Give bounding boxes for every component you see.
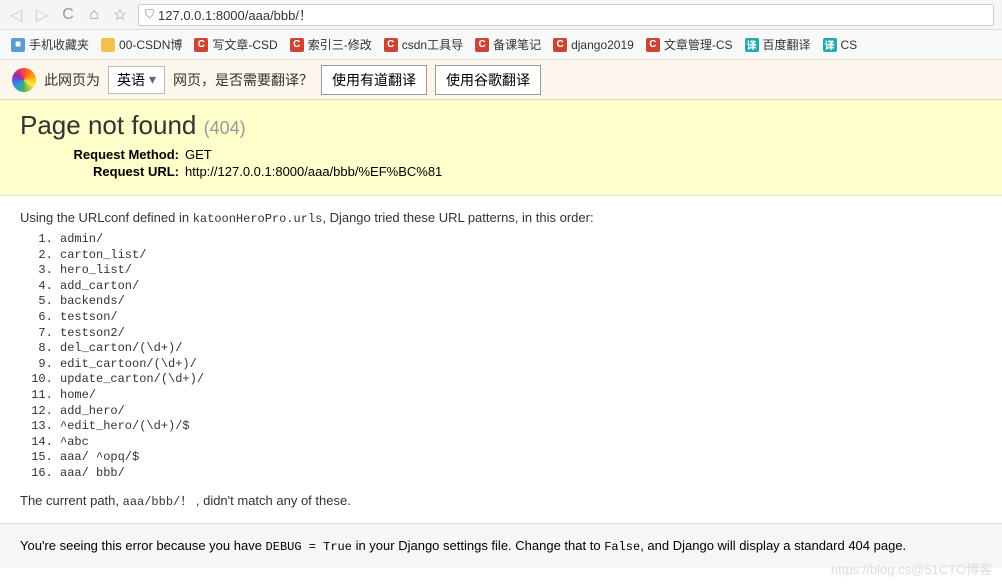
reload-button[interactable]: C bbox=[60, 6, 76, 24]
shield-icon: ⛉ bbox=[145, 7, 154, 22]
error-summary: Page not found (404) Request Method: GET… bbox=[0, 100, 1002, 196]
debug-suffix: , and Django will display a standard 404… bbox=[640, 538, 906, 553]
url-pattern-item: backends/ bbox=[60, 294, 982, 310]
bookmark-icon: C bbox=[384, 38, 398, 52]
bookmark-item[interactable]: C 文章管理-CS bbox=[641, 33, 738, 56]
error-meta: Request Method: GET Request URL: http://… bbox=[20, 147, 982, 179]
url-pattern-item: carton_list/ bbox=[60, 248, 982, 264]
url-pattern-item: add_hero/ bbox=[60, 404, 982, 420]
bookmark-item[interactable]: ■ 手机收藏夹 bbox=[6, 33, 94, 56]
bookmark-label: django2019 bbox=[571, 38, 634, 52]
url-pattern-item: home/ bbox=[60, 388, 982, 404]
bookmark-item[interactable]: 00-CSDN博 bbox=[96, 33, 187, 56]
bookmark-label: 百度翻译 bbox=[763, 36, 811, 53]
browser-logo-icon bbox=[12, 68, 36, 92]
intro-suffix: , Django tried these URL patterns, in th… bbox=[322, 210, 593, 225]
nomatch-suffix: , didn't match any of these. bbox=[192, 493, 351, 508]
error-page: Page not found (404) Request Method: GET… bbox=[0, 100, 1002, 568]
method-label: Request Method: bbox=[20, 147, 185, 162]
debug-mid: in your Django settings file. Change tha… bbox=[352, 538, 604, 553]
nomatch-prefix: The current path, bbox=[20, 493, 123, 508]
bookmark-item[interactable]: C 索引三-修改 bbox=[285, 33, 377, 56]
error-code: (404) bbox=[204, 118, 246, 138]
url-pattern-item: aaa/ ^opq/$ bbox=[60, 450, 982, 466]
bookmark-item[interactable]: Cdjango2019 bbox=[548, 35, 639, 55]
url-bar[interactable]: ⛉ 127.0.0.1:8000/aaa/bbb/！ bbox=[138, 4, 994, 26]
url-pattern-item: hero_list/ bbox=[60, 263, 982, 279]
bookmark-item[interactable]: Ccsdn工具导 bbox=[379, 33, 468, 56]
youdao-translate-button[interactable]: 使用有道翻译 bbox=[321, 65, 427, 95]
debug-code1: DEBUG = True bbox=[266, 540, 352, 554]
bookmark-label: 备课笔记 bbox=[493, 36, 541, 53]
bookmarks-bar: ■手机收藏夹00-CSDN博C写文章-CSDC索引三-修改Ccsdn工具导C备课… bbox=[0, 30, 1002, 60]
url-patterns-list: admin/carton_list/hero_list/add_carton/b… bbox=[60, 232, 982, 482]
bookmark-item[interactable]: C 备课笔记 bbox=[470, 33, 546, 56]
bookmark-item[interactable]: 译百度翻译 bbox=[740, 33, 816, 56]
url-pattern-item: testson2/ bbox=[60, 326, 982, 342]
url-pattern-item: add_carton/ bbox=[60, 279, 982, 295]
translate-bar: 此网页为 英语 网页，是否需要翻译？ 使用有道翻译 使用谷歌翻译 bbox=[0, 60, 1002, 100]
bookmark-label: 写文章-CSD bbox=[212, 36, 277, 53]
bookmark-icon: 译 bbox=[823, 38, 837, 52]
translate-suffix: 网页，是否需要翻译？ bbox=[173, 70, 313, 90]
intro-prefix: Using the URLconf defined in bbox=[20, 210, 193, 225]
bookmark-icon bbox=[101, 38, 115, 52]
url-pattern-item: aaa/ bbb/ bbox=[60, 466, 982, 482]
google-translate-button[interactable]: 使用谷歌翻译 bbox=[435, 65, 541, 95]
bookmark-icon: 译 bbox=[745, 38, 759, 52]
bookmark-item[interactable]: C 写文章-CSD bbox=[189, 33, 282, 56]
browser-toolbar: ◁ ▷ C ⌂ ☆ ⛉ 127.0.0.1:8000/aaa/bbb/！ bbox=[0, 0, 1002, 30]
bookmark-icon: C bbox=[290, 38, 304, 52]
bookmark-icon: C bbox=[646, 38, 660, 52]
bookmark-icon: C bbox=[194, 38, 208, 52]
error-body: Using the URLconf defined in katoonHeroP… bbox=[0, 196, 1002, 523]
bookmark-label: 索引三-修改 bbox=[308, 36, 372, 53]
bookmark-item[interactable]: 译 CS bbox=[818, 35, 863, 55]
method-value: GET bbox=[185, 147, 212, 162]
urlconf-name: katoonHeroPro.urls bbox=[193, 212, 323, 226]
page-title: Page not found (404) bbox=[20, 110, 982, 141]
error-title-text: Page not found bbox=[20, 110, 196, 140]
meta-row-url: Request URL: http://127.0.0.1:8000/aaa/b… bbox=[20, 164, 982, 179]
debug-footer: You're seeing this error because you hav… bbox=[0, 523, 1002, 568]
nomatch-path: aaa/bbb/！ bbox=[123, 495, 193, 509]
url-label: Request URL: bbox=[20, 164, 185, 179]
meta-row-method: Request Method: GET bbox=[20, 147, 982, 162]
bookmark-label: CS bbox=[841, 38, 858, 52]
back-button[interactable]: ◁ bbox=[8, 5, 24, 25]
debug-code2: False bbox=[604, 540, 640, 554]
bookmark-icon: C bbox=[553, 38, 567, 52]
bookmark-icon: ■ bbox=[11, 38, 25, 52]
language-select[interactable]: 英语 bbox=[108, 66, 165, 94]
debug-prefix: You're seeing this error because you hav… bbox=[20, 538, 266, 553]
bookmark-label: 文章管理-CS bbox=[664, 36, 733, 53]
home-button[interactable]: ⌂ bbox=[86, 6, 102, 24]
url-text: 127.0.0.1:8000/aaa/bbb/！ bbox=[158, 5, 987, 24]
bookmark-icon: C bbox=[475, 38, 489, 52]
url-pattern-item: testson/ bbox=[60, 310, 982, 326]
favorite-button[interactable]: ☆ bbox=[112, 5, 128, 25]
url-value: http://127.0.0.1:8000/aaa/bbb/%EF%BC%81 bbox=[185, 164, 442, 179]
url-pattern-item: edit_cartoon/(\d+)/ bbox=[60, 357, 982, 373]
bookmark-label: 手机收藏夹 bbox=[29, 36, 89, 53]
bookmark-label: 00-CSDN博 bbox=[119, 36, 182, 53]
forward-button[interactable]: ▷ bbox=[34, 5, 50, 25]
bookmark-label: csdn工具导 bbox=[402, 36, 463, 53]
url-pattern-item: admin/ bbox=[60, 232, 982, 248]
url-pattern-item: ^edit_hero/(\d+)/$ bbox=[60, 419, 982, 435]
nomatch-text: The current path, aaa/bbb/！ , didn't mat… bbox=[20, 492, 982, 509]
url-pattern-item: del_carton/(\d+)/ bbox=[60, 341, 982, 357]
intro-text: Using the URLconf defined in katoonHeroP… bbox=[20, 210, 982, 226]
url-pattern-item: update_carton/(\d+)/ bbox=[60, 372, 982, 388]
url-pattern-item: ^abc bbox=[60, 435, 982, 451]
translate-prefix: 此网页为 bbox=[44, 70, 100, 90]
